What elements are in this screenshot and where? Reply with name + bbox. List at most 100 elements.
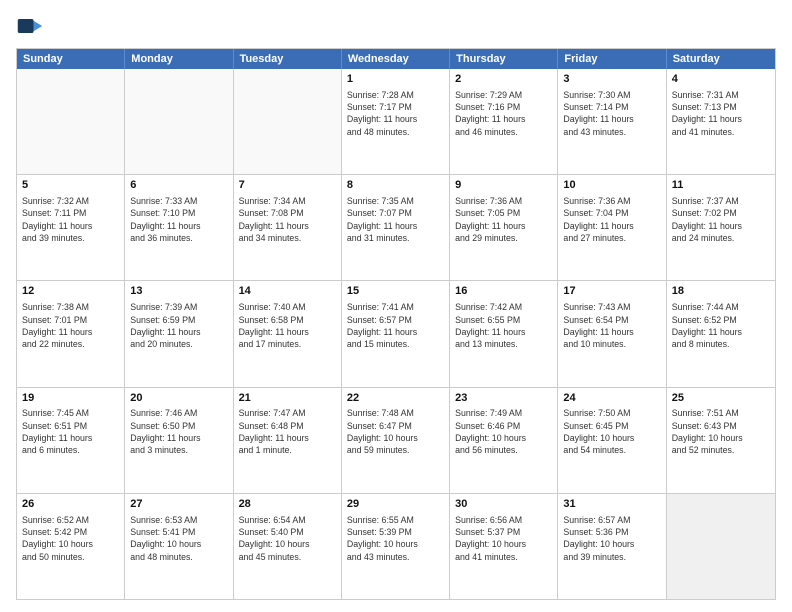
day-number: 21: [239, 391, 336, 406]
cell-text: Sunrise: 7:43 AM Sunset: 6:54 PM Dayligh…: [563, 301, 660, 350]
cal-cell: 4 Sunrise: 7:31 AM Sunset: 7:13 PM Daylig…: [667, 69, 775, 174]
cal-cell: 19Sunrise: 7:45 AM Sunset: 6:51 PM Dayli…: [17, 388, 125, 493]
cal-cell: 30 Sunrise: 6:56 AM Sunset: 5:37 PM Dayli…: [450, 494, 558, 599]
cell-text: Sunrise: 7:50 AM Sunset: 6:45 PM Dayligh…: [563, 407, 660, 456]
cell-text: Sunrise: 7:32 AM Sunset: 7:11 PM Dayligh…: [22, 195, 119, 244]
cal-cell: 29 Sunrise: 6:55 AM Sunset: 5:39 PM Dayli…: [342, 494, 450, 599]
cal-cell: 8Sunrise: 7:35 AM Sunset: 7:07 PM Daylig…: [342, 175, 450, 280]
day-number: 28: [239, 497, 336, 512]
day-number: 20: [130, 391, 227, 406]
cell-text: Sunrise: 7:30 AM Sunset: 7:14 PM Dayligh…: [563, 89, 660, 138]
weekday-header-thursday: Thursday: [450, 49, 558, 69]
cal-row-4: 19Sunrise: 7:45 AM Sunset: 6:51 PM Dayli…: [17, 388, 775, 494]
day-number: 18: [672, 284, 770, 299]
cal-cell: 1 Sunrise: 7:28 AM Sunset: 7:17 PM Daylig…: [342, 69, 450, 174]
cal-cell: 10 Sunrise: 7:36 AM Sunset: 7:04 PM Dayli…: [558, 175, 666, 280]
day-number: 1: [347, 72, 444, 87]
cal-cell: [125, 69, 233, 174]
cell-text: Sunrise: 6:56 AM Sunset: 5:37 PM Dayligh…: [455, 514, 552, 563]
cal-cell: 27Sunrise: 6:53 AM Sunset: 5:41 PM Dayli…: [125, 494, 233, 599]
cell-text: Sunrise: 7:28 AM Sunset: 7:17 PM Dayligh…: [347, 89, 444, 138]
day-number: 19: [22, 391, 119, 406]
page: SundayMondayTuesdayWednesdayThursdayFrid…: [0, 0, 792, 612]
cell-text: Sunrise: 7:29 AM Sunset: 7:16 PM Dayligh…: [455, 89, 552, 138]
cal-cell: 3 Sunrise: 7:30 AM Sunset: 7:14 PM Daylig…: [558, 69, 666, 174]
cell-text: Sunrise: 6:52 AM Sunset: 5:42 PM Dayligh…: [22, 514, 119, 563]
day-number: 10: [563, 178, 660, 193]
cal-cell: 9 Sunrise: 7:36 AM Sunset: 7:05 PM Daylig…: [450, 175, 558, 280]
cell-text: Sunrise: 7:51 AM Sunset: 6:43 PM Dayligh…: [672, 407, 770, 456]
cal-cell: 31 Sunrise: 6:57 AM Sunset: 5:36 PM Dayli…: [558, 494, 666, 599]
weekday-header-saturday: Saturday: [667, 49, 775, 69]
calendar: SundayMondayTuesdayWednesdayThursdayFrid…: [16, 48, 776, 600]
cal-cell: 21Sunrise: 7:47 AM Sunset: 6:48 PM Dayli…: [234, 388, 342, 493]
cal-cell: 2 Sunrise: 7:29 AM Sunset: 7:16 PM Daylig…: [450, 69, 558, 174]
day-number: 31: [563, 497, 660, 512]
cell-text: Sunrise: 7:48 AM Sunset: 6:47 PM Dayligh…: [347, 407, 444, 456]
cal-cell: [17, 69, 125, 174]
cal-cell: 13 Sunrise: 7:39 AM Sunset: 6:59 PM Dayli…: [125, 281, 233, 386]
cal-cell: 7Sunrise: 7:34 AM Sunset: 7:08 PM Daylig…: [234, 175, 342, 280]
weekday-header-wednesday: Wednesday: [342, 49, 450, 69]
cal-cell: 11Sunrise: 7:37 AM Sunset: 7:02 PM Dayli…: [667, 175, 775, 280]
cal-cell: [234, 69, 342, 174]
cell-text: Sunrise: 7:36 AM Sunset: 7:05 PM Dayligh…: [455, 195, 552, 244]
day-number: 7: [239, 178, 336, 193]
day-number: 24: [563, 391, 660, 406]
day-number: 23: [455, 391, 552, 406]
day-number: 26: [22, 497, 119, 512]
day-number: 9: [455, 178, 552, 193]
cell-text: Sunrise: 7:42 AM Sunset: 6:55 PM Dayligh…: [455, 301, 552, 350]
cell-text: Sunrise: 7:37 AM Sunset: 7:02 PM Dayligh…: [672, 195, 770, 244]
day-number: 3: [563, 72, 660, 87]
calendar-header: SundayMondayTuesdayWednesdayThursdayFrid…: [17, 49, 775, 69]
cal-row-2: 5 Sunrise: 7:32 AM Sunset: 7:11 PM Daylig…: [17, 175, 775, 281]
cell-text: Sunrise: 6:55 AM Sunset: 5:39 PM Dayligh…: [347, 514, 444, 563]
cell-text: Sunrise: 7:35 AM Sunset: 7:07 PM Dayligh…: [347, 195, 444, 244]
cal-cell: 5 Sunrise: 7:32 AM Sunset: 7:11 PM Daylig…: [17, 175, 125, 280]
day-number: 5: [22, 178, 119, 193]
cell-text: Sunrise: 7:31 AM Sunset: 7:13 PM Dayligh…: [672, 89, 770, 138]
cell-text: Sunrise: 7:36 AM Sunset: 7:04 PM Dayligh…: [563, 195, 660, 244]
day-number: 30: [455, 497, 552, 512]
header: [16, 12, 776, 40]
weekday-header-monday: Monday: [125, 49, 233, 69]
cal-cell: 24Sunrise: 7:50 AM Sunset: 6:45 PM Dayli…: [558, 388, 666, 493]
weekday-header-tuesday: Tuesday: [234, 49, 342, 69]
day-number: 17: [563, 284, 660, 299]
day-number: 13: [130, 284, 227, 299]
cell-text: Sunrise: 6:57 AM Sunset: 5:36 PM Dayligh…: [563, 514, 660, 563]
cal-cell: 12Sunrise: 7:38 AM Sunset: 7:01 PM Dayli…: [17, 281, 125, 386]
weekday-header-friday: Friday: [558, 49, 666, 69]
cal-row-3: 12Sunrise: 7:38 AM Sunset: 7:01 PM Dayli…: [17, 281, 775, 387]
day-number: 2: [455, 72, 552, 87]
day-number: 27: [130, 497, 227, 512]
cal-cell: [667, 494, 775, 599]
day-number: 25: [672, 391, 770, 406]
cal-cell: 25Sunrise: 7:51 AM Sunset: 6:43 PM Dayli…: [667, 388, 775, 493]
cal-cell: 28 Sunrise: 6:54 AM Sunset: 5:40 PM Dayli…: [234, 494, 342, 599]
cal-cell: 22Sunrise: 7:48 AM Sunset: 6:47 PM Dayli…: [342, 388, 450, 493]
cell-text: Sunrise: 7:39 AM Sunset: 6:59 PM Dayligh…: [130, 301, 227, 350]
cell-text: Sunrise: 7:46 AM Sunset: 6:50 PM Dayligh…: [130, 407, 227, 456]
cal-cell: 14Sunrise: 7:40 AM Sunset: 6:58 PM Dayli…: [234, 281, 342, 386]
day-number: 12: [22, 284, 119, 299]
logo-icon: [16, 12, 44, 40]
cal-cell: 26 Sunrise: 6:52 AM Sunset: 5:42 PM Dayli…: [17, 494, 125, 599]
cell-text: Sunrise: 7:47 AM Sunset: 6:48 PM Dayligh…: [239, 407, 336, 456]
day-number: 29: [347, 497, 444, 512]
logo: [16, 12, 48, 40]
cal-cell: 18Sunrise: 7:44 AM Sunset: 6:52 PM Dayli…: [667, 281, 775, 386]
cal-cell: 20Sunrise: 7:46 AM Sunset: 6:50 PM Dayli…: [125, 388, 233, 493]
day-number: 14: [239, 284, 336, 299]
cell-text: Sunrise: 6:54 AM Sunset: 5:40 PM Dayligh…: [239, 514, 336, 563]
cal-cell: 6Sunrise: 7:33 AM Sunset: 7:10 PM Daylig…: [125, 175, 233, 280]
day-number: 15: [347, 284, 444, 299]
cal-cell: 17 Sunrise: 7:43 AM Sunset: 6:54 PM Dayli…: [558, 281, 666, 386]
cal-row-5: 26 Sunrise: 6:52 AM Sunset: 5:42 PM Dayli…: [17, 494, 775, 599]
cal-cell: 23Sunrise: 7:49 AM Sunset: 6:46 PM Dayli…: [450, 388, 558, 493]
day-number: 4: [672, 72, 770, 87]
calendar-body: 1 Sunrise: 7:28 AM Sunset: 7:17 PM Daylig…: [17, 69, 775, 599]
cell-text: Sunrise: 7:49 AM Sunset: 6:46 PM Dayligh…: [455, 407, 552, 456]
cell-text: Sunrise: 7:41 AM Sunset: 6:57 PM Dayligh…: [347, 301, 444, 350]
